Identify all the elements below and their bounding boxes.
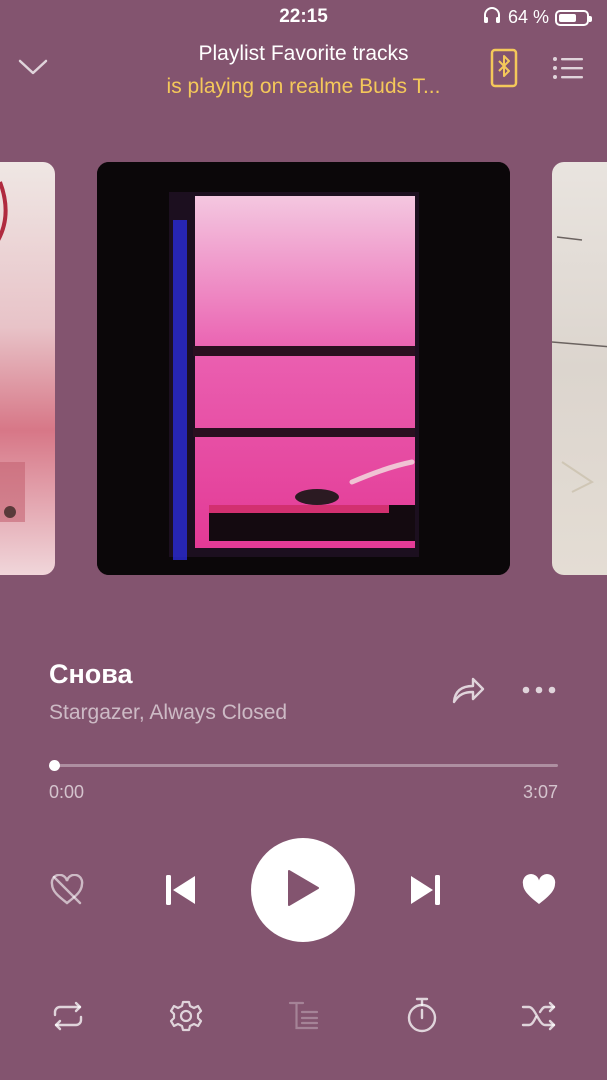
battery-percent: 64 % bbox=[507, 7, 549, 27]
timer-icon[interactable] bbox=[402, 994, 442, 1036]
repeat-icon[interactable] bbox=[48, 996, 88, 1036]
current-album-cover bbox=[97, 162, 510, 575]
playlist-title: Playlist Favorite tracks bbox=[198, 42, 409, 65]
battery-icon bbox=[555, 9, 592, 26]
previous-track-icon[interactable] bbox=[160, 870, 200, 910]
heart-icon[interactable] bbox=[518, 870, 560, 910]
dislike-heart-icon[interactable] bbox=[46, 870, 88, 910]
headphones-icon bbox=[482, 6, 502, 29]
bluetooth-phone-icon[interactable] bbox=[486, 46, 522, 90]
chevron-down-icon[interactable] bbox=[14, 52, 52, 82]
current-time: 0:00 bbox=[49, 782, 85, 802]
lyrics-icon[interactable] bbox=[284, 996, 324, 1036]
shuffle-icon[interactable] bbox=[518, 996, 560, 1036]
play-button[interactable] bbox=[251, 838, 355, 942]
track-title: Снова bbox=[49, 659, 133, 689]
more-dots-icon[interactable] bbox=[518, 676, 560, 704]
queue-list-icon[interactable] bbox=[550, 52, 586, 84]
next-album-cover[interactable] bbox=[552, 162, 607, 575]
share-icon[interactable] bbox=[448, 672, 488, 708]
gear-icon[interactable] bbox=[166, 996, 206, 1036]
status-indicators: 64 % bbox=[482, 6, 592, 29]
previous-album-cover[interactable] bbox=[0, 162, 55, 575]
track-duration: 3:07 bbox=[522, 782, 558, 802]
progress-handle[interactable] bbox=[49, 760, 60, 771]
play-icon bbox=[285, 868, 321, 913]
next-track-icon[interactable] bbox=[406, 870, 446, 910]
playback-device-status[interactable]: is playing on realme Buds T... bbox=[100, 75, 507, 99]
track-artist[interactable]: Stargazer, Always Closed bbox=[49, 701, 287, 725]
progress-bar[interactable] bbox=[55, 764, 558, 767]
